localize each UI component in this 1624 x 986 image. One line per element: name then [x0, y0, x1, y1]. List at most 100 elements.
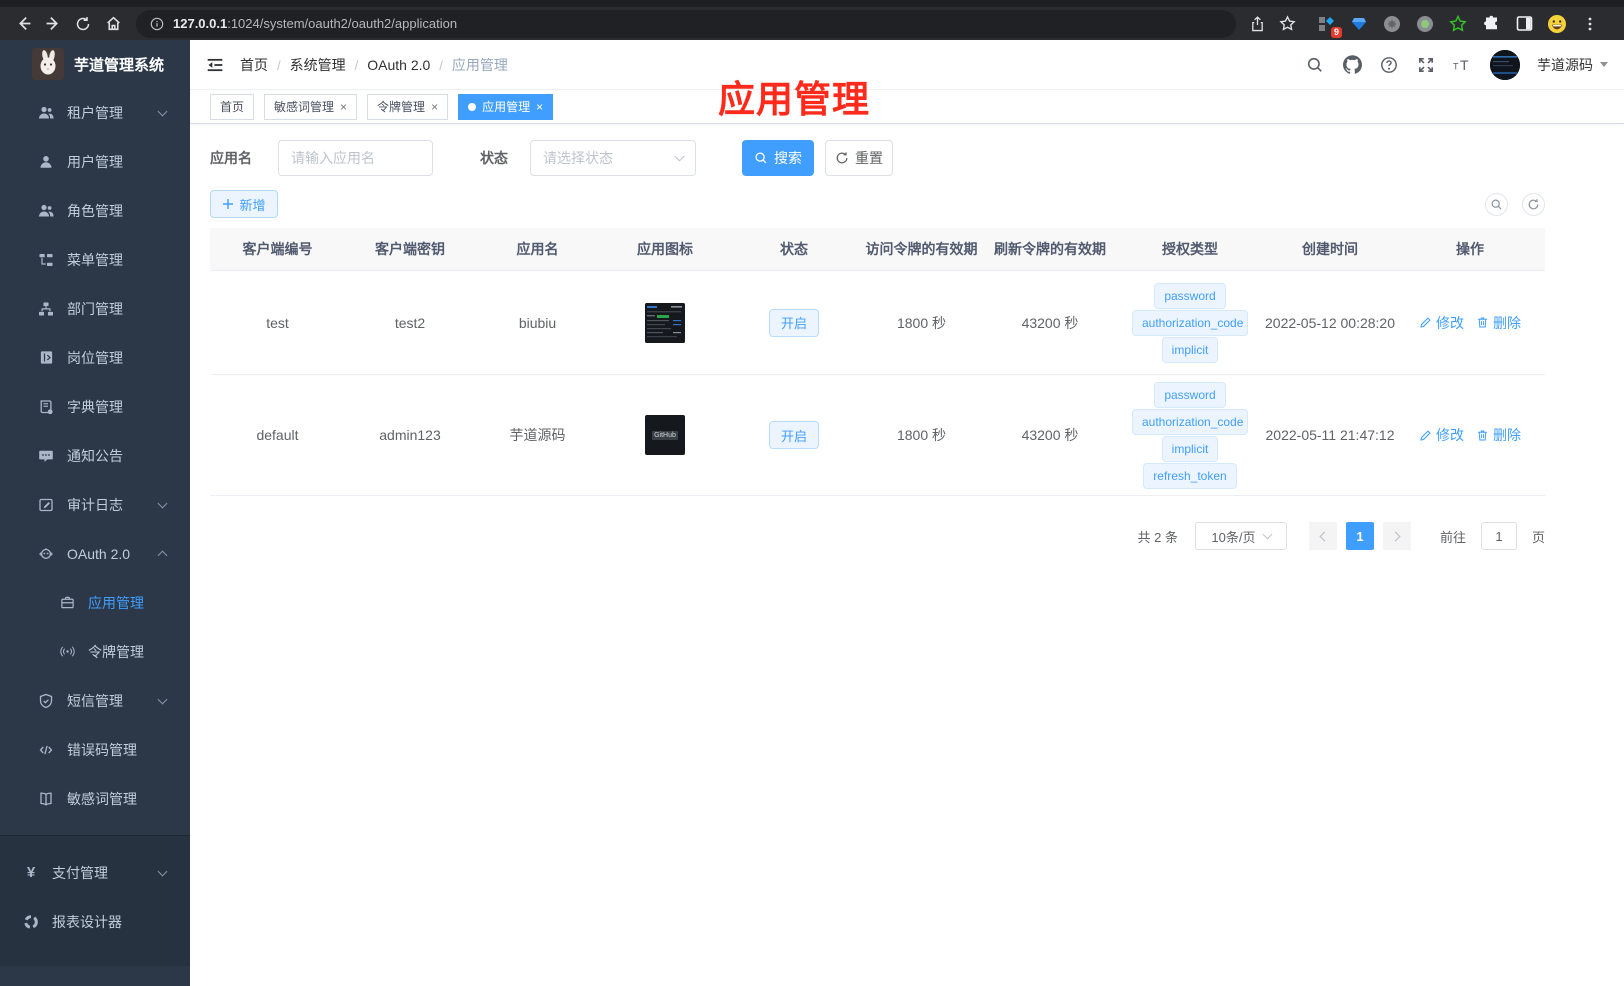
sidebar-item-dict[interactable]: 字典管理 [0, 382, 190, 431]
user-icon [38, 154, 54, 170]
browser-forward-icon[interactable] [38, 10, 68, 38]
tab-sensitive-word[interactable]: 敏感词管理 × [264, 93, 358, 120]
col-secret: 客户端密钥 [375, 241, 445, 257]
sidebar-item-notice[interactable]: 通知公告 [0, 431, 190, 480]
app-name-input[interactable] [278, 140, 433, 176]
sidebar-item-oauth2[interactable]: OAuth 2.0 [0, 529, 190, 578]
reset-button[interactable]: 重置 [825, 140, 893, 176]
browser-extensions: 9 [1316, 14, 1600, 38]
filter-form: 应用名 状态 请选择状态 搜索 重置 [210, 140, 1545, 176]
extension-circle-icon[interactable] [1382, 14, 1402, 34]
badge-icon [38, 350, 54, 366]
github-icon[interactable] [1342, 55, 1362, 75]
site-info-icon [150, 17, 164, 30]
chevron-down-icon [1262, 529, 1272, 540]
sidebar-collapse-icon[interactable] [206, 56, 224, 74]
extension-gem-icon[interactable] [1349, 14, 1369, 34]
sidebar-item-role[interactable]: 角色管理 [0, 186, 190, 235]
tab-application[interactable]: 应用管理 × [458, 93, 554, 120]
refresh-table-button[interactable] [1522, 192, 1545, 216]
shield-check-icon [38, 693, 54, 709]
share-icon[interactable] [1242, 10, 1272, 38]
emoji-extension-icon[interactable] [1547, 14, 1567, 34]
edit-button[interactable]: 修改 [1419, 313, 1464, 333]
goto-page-input[interactable] [1480, 522, 1517, 550]
extension-star-icon[interactable] [1448, 14, 1468, 34]
sidebar-item-report-designer[interactable]: 报表设计器 [0, 897, 190, 946]
sidebar-item-post[interactable]: 岗位管理 [0, 333, 190, 382]
breadcrumb-system[interactable]: 系统管理 [290, 55, 346, 75]
page-size-select[interactable]: 10条/页 [1194, 522, 1287, 550]
cell-access-ttl: 1800 秒 [896, 427, 947, 443]
app-logo-row[interactable]: 芋道管理系统 [0, 40, 190, 88]
help-icon[interactable] [1379, 55, 1399, 75]
col-actions: 操作 [1456, 241, 1484, 257]
browser-toolbar: 127.0.0.1:1024/system/oauth2/oauth2/appl… [0, 0, 1624, 40]
sidebar-item-oauth2-token[interactable]: 令牌管理 [0, 627, 190, 676]
close-icon[interactable]: × [536, 101, 543, 113]
toggle-search-button[interactable] [1485, 192, 1508, 216]
address-bar[interactable]: 127.0.0.1:1024/system/oauth2/oauth2/appl… [136, 9, 1236, 38]
breadcrumb-oauth2[interactable]: OAuth 2.0 [367, 57, 430, 73]
cell-actions: 修改 删除 [1395, 425, 1545, 445]
close-icon[interactable]: × [431, 101, 438, 113]
fullscreen-icon[interactable] [1416, 55, 1436, 75]
add-button[interactable]: 新增 [210, 190, 278, 218]
cell-created: 2022-05-12 00:28:20 [1265, 314, 1395, 331]
browser-back-icon[interactable] [8, 10, 38, 38]
sidebar-item-errorcode[interactable]: 错误码管理 [0, 725, 190, 774]
tab-token[interactable]: 令牌管理 × [367, 93, 449, 120]
close-icon[interactable]: × [340, 101, 347, 113]
search-button[interactable]: 搜索 [742, 140, 814, 176]
extension-puzzle-icon[interactable] [1481, 14, 1501, 34]
current-page-button[interactable]: 1 [1345, 522, 1374, 550]
sidebar-item-tenant[interactable]: 租户管理 [0, 88, 190, 137]
next-page-button[interactable] [1382, 522, 1411, 550]
sidebar-item-oauth2-application[interactable]: 应用管理 [0, 578, 190, 627]
tab-home[interactable]: 首页 [210, 93, 255, 120]
breadcrumb-current: 应用管理 [451, 56, 508, 73]
edit-button[interactable]: 修改 [1419, 425, 1464, 445]
bookmark-star-icon[interactable] [1272, 10, 1302, 38]
cell-status: 开启 [730, 308, 858, 337]
font-size-icon[interactable]: TT [1453, 55, 1473, 75]
chevron-up-icon [157, 550, 168, 560]
sidebar-item-user[interactable]: 用户管理 [0, 137, 190, 186]
sidebar-item-pay[interactable]: 支付管理 [0, 848, 190, 897]
sidebar-item-menu[interactable]: 菜单管理 [0, 235, 190, 284]
status-tag: 开启 [768, 308, 819, 337]
top-navbar: 首页 系统管理 OAuth 2.0 应用管理 TT [190, 40, 1624, 90]
yen-icon [23, 865, 39, 881]
search-icon [755, 152, 767, 164]
plus-icon [223, 199, 234, 209]
breadcrumb-home[interactable]: 首页 [240, 55, 268, 75]
breadcrumb: 首页 系统管理 OAuth 2.0 应用管理 [240, 55, 508, 75]
prev-page-button[interactable] [1308, 522, 1337, 550]
browser-reload-icon[interactable] [68, 10, 98, 38]
extension-dot-circle-icon[interactable] [1415, 14, 1435, 34]
browser-menu-icon[interactable] [1580, 14, 1600, 34]
sidebar-item-dept[interactable]: 部门管理 [0, 284, 190, 333]
user-menu[interactable]: 芋道源码 [1537, 55, 1608, 75]
sidebar-item-sensitive-word[interactable]: 敏感词管理 [0, 774, 190, 823]
user-avatar[interactable] [1490, 49, 1520, 80]
log-edit-icon [38, 497, 54, 513]
cell-actions: 修改 删除 [1395, 313, 1545, 333]
search-icon[interactable] [1305, 55, 1325, 75]
sidebar-item-audit-log[interactable]: 审计日志 [0, 480, 190, 529]
cell-grant-types: password authorization_code implicit ref… [1115, 381, 1265, 489]
chevron-down-icon [157, 866, 168, 876]
table-toolbar: 新增 [210, 190, 1545, 218]
delete-button[interactable]: 删除 [1476, 313, 1521, 333]
delete-button[interactable]: 删除 [1476, 425, 1521, 445]
status-select[interactable]: 请选择状态 [530, 140, 696, 176]
cell-refresh-ttl: 43200 秒 [1021, 314, 1079, 331]
sidebar-item-sms[interactable]: 短信管理 [0, 676, 190, 725]
url-path: :1024/system/oauth2/oauth2/application [227, 16, 458, 31]
browser-home-icon[interactable] [98, 10, 128, 38]
extension-grid-icon[interactable]: 9 [1316, 14, 1342, 38]
col-access-ttl: 访问令牌的有效期 [865, 241, 978, 257]
sidebar-toggle-icon[interactable] [1514, 14, 1534, 34]
search-icon [1491, 199, 1502, 209]
grant-tag: authorization_code [1132, 309, 1248, 336]
